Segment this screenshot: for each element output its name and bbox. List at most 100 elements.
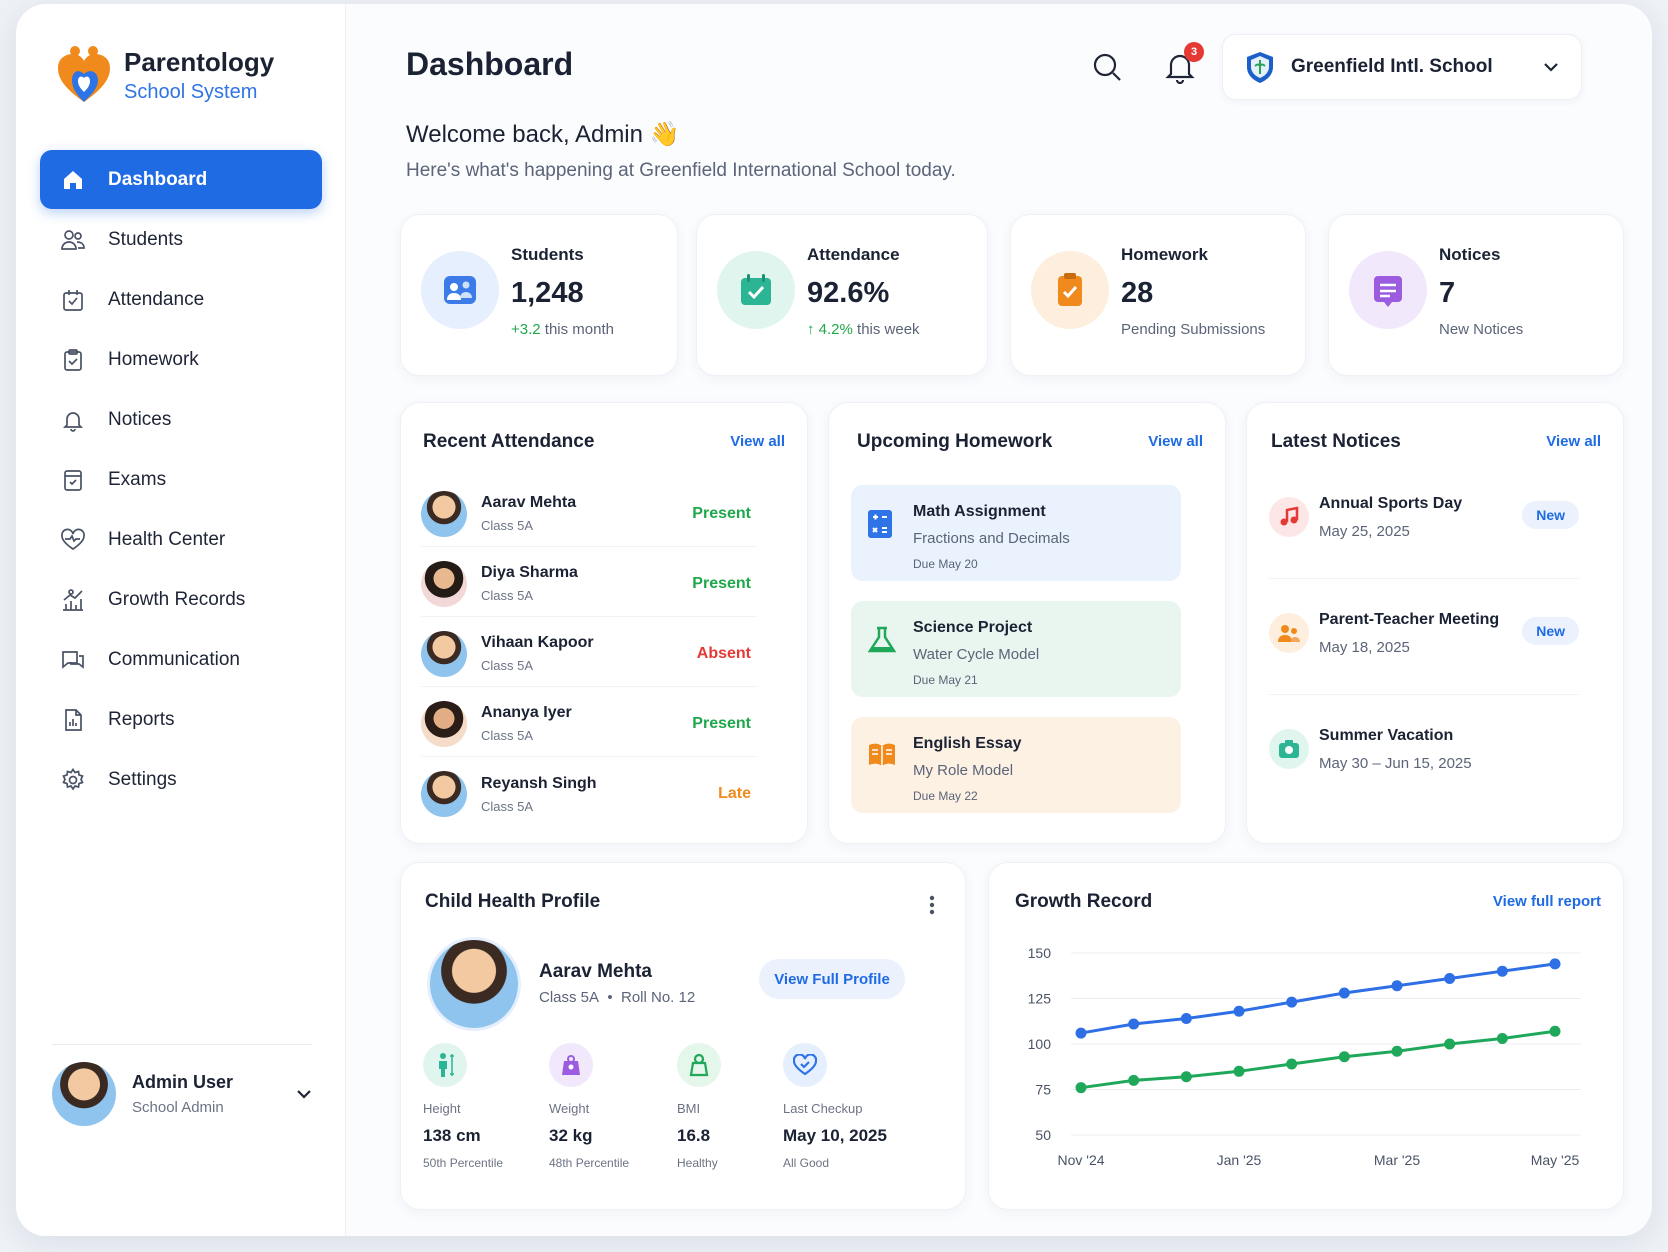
search-icon xyxy=(1093,53,1121,81)
series-line xyxy=(1080,962,1556,1035)
more-options-icon[interactable] xyxy=(929,895,935,915)
child-name: Aarav Mehta xyxy=(539,961,652,982)
status-badge: Present xyxy=(692,574,751,592)
nav-label: Homework xyxy=(108,348,199,370)
attendance-row[interactable]: Vihaan Kapoor Class 5A Absent xyxy=(421,621,757,687)
student-avatar xyxy=(421,771,467,817)
notice-title: Annual Sports Day xyxy=(1319,495,1463,512)
homework-item[interactable]: Math Assignment Fractions and Decimals D… xyxy=(851,485,1181,581)
clipboard-icon xyxy=(60,347,86,373)
student-avatar xyxy=(421,560,467,607)
homework-item[interactable]: English Essay My Role Model Due May 22 xyxy=(851,717,1181,813)
metric-sub: Healthy xyxy=(677,1156,718,1170)
view-all-link[interactable]: View all xyxy=(1546,433,1601,450)
stat-sub: Pending Submissions xyxy=(1121,321,1266,338)
y-tick-label: 150 xyxy=(1028,945,1052,961)
growth-record-card: Growth Record View full report 150 125 100… xyxy=(988,862,1624,1210)
stat-card-homework[interactable]: Homework 28 Pending Submissions xyxy=(1010,214,1306,376)
nav-item-notices[interactable]: Notices xyxy=(40,390,322,449)
data-point xyxy=(1391,980,1403,992)
app-window: Parentology School System Dashboard Stud… xyxy=(16,4,1652,1236)
nav-item-communication[interactable]: Communication xyxy=(40,630,322,689)
homework-due: Due May 22 xyxy=(913,789,978,803)
school-selector[interactable]: Greenfield Intl. School xyxy=(1222,34,1582,100)
homework-title: English Essay xyxy=(913,735,1022,752)
metric-last-checkup: Last Checkup May 10, 2025 All Good xyxy=(783,1043,887,1170)
flask-icon xyxy=(867,625,897,660)
heart-pulse-icon xyxy=(60,527,86,553)
notice-item[interactable]: Annual Sports Day May 25, 2025 New xyxy=(1269,469,1579,579)
student-name: Aarav Mehta xyxy=(481,494,577,511)
calculator-icon xyxy=(867,509,893,544)
y-tick-label: 50 xyxy=(1035,1127,1051,1143)
app-logo[interactable]: Parentology School System xyxy=(56,44,274,106)
chat-icon xyxy=(60,647,86,673)
stat-label: Attendance xyxy=(807,245,900,264)
metric-value: 32 kg xyxy=(549,1126,593,1145)
weight-icon xyxy=(549,1043,593,1087)
data-point xyxy=(1286,996,1298,1008)
stat-label: Students xyxy=(511,245,584,264)
user-menu[interactable]: Admin User School Admin xyxy=(52,1062,312,1126)
notice-date: May 30 – Jun 15, 2025 xyxy=(1319,755,1472,772)
app-subtitle: School System xyxy=(124,80,258,103)
nav-label: Students xyxy=(108,228,183,250)
metric-label: Last Checkup xyxy=(783,1101,863,1116)
stat-value: 1,248 xyxy=(511,277,584,309)
nav-item-growth-records[interactable]: Growth Records xyxy=(40,570,322,629)
notice-item[interactable]: Parent-Teacher Meeting May 18, 2025 New xyxy=(1269,585,1579,695)
view-all-link[interactable]: View all xyxy=(730,433,785,450)
nav-item-settings[interactable]: Settings xyxy=(40,750,322,809)
nav-label: Growth Records xyxy=(108,588,246,610)
data-point xyxy=(1444,1038,1456,1050)
nav-item-exams[interactable]: Exams xyxy=(40,450,322,509)
y-tick-label: 100 xyxy=(1028,1036,1052,1052)
data-point xyxy=(1128,1018,1140,1030)
growth-icon xyxy=(60,587,86,613)
heart-check-icon xyxy=(783,1043,827,1087)
attendance-row[interactable]: Ananya Iyer Class 5A Present xyxy=(421,691,757,757)
home-icon xyxy=(60,167,86,193)
student-avatar xyxy=(421,490,467,537)
view-full-report-link[interactable]: View full report xyxy=(1493,893,1601,910)
nav-item-health-center[interactable]: Health Center xyxy=(40,510,322,569)
homework-item[interactable]: Science Project Water Cycle Model Due Ma… xyxy=(851,601,1181,697)
stat-card-attendance[interactable]: Attendance 92.6% ↑ 4.2% this week xyxy=(696,214,988,376)
nav-item-reports[interactable]: Reports xyxy=(40,690,322,749)
search-button[interactable] xyxy=(1092,52,1122,87)
data-point xyxy=(1338,987,1350,999)
stat-card-students[interactable]: Students 1,248 +3.2 this month xyxy=(400,214,678,376)
stat-value: 28 xyxy=(1121,277,1154,309)
gear-icon xyxy=(60,767,86,793)
view-all-link[interactable]: View all xyxy=(1148,433,1203,450)
users-icon xyxy=(60,227,86,253)
view-full-profile-button[interactable]: View Full Profile xyxy=(759,959,905,999)
school-crest-icon xyxy=(1247,52,1273,83)
x-tick-label: May '25 xyxy=(1531,1152,1580,1168)
nav-label: Settings xyxy=(108,768,177,790)
stat-value: 7 xyxy=(1439,277,1456,309)
status-badge: Present xyxy=(692,504,751,522)
attendance-row[interactable]: Diya Sharma Class 5A Present xyxy=(421,551,757,617)
user-role: School Admin xyxy=(132,1099,224,1116)
student-name: Ananya Iyer xyxy=(481,704,572,721)
notifications-button[interactable]: 3 xyxy=(1164,42,1204,89)
nav-item-attendance[interactable]: Attendance xyxy=(40,270,322,329)
nav-item-homework[interactable]: Homework xyxy=(40,330,322,389)
nav-item-dashboard[interactable]: Dashboard xyxy=(40,150,322,209)
notice-date: May 25, 2025 xyxy=(1319,523,1410,540)
attendance-row[interactable]: Reyansh Singh Class 5A Late xyxy=(421,761,757,827)
homework-due: Due May 20 xyxy=(913,557,978,571)
notice-item[interactable]: Summer Vacation May 30 – Jun 15, 2025 xyxy=(1269,701,1579,811)
stat-card-notices[interactable]: Notices 7 New Notices xyxy=(1328,214,1624,376)
attendance-row[interactable]: Aarav Mehta Class 5A Present xyxy=(421,481,757,547)
data-point xyxy=(1549,958,1561,970)
chevron-down-icon[interactable] xyxy=(296,1089,312,1099)
height-icon xyxy=(423,1043,467,1087)
metric-label: BMI xyxy=(677,1101,701,1116)
nav-item-students[interactable]: Students xyxy=(40,210,322,269)
data-point xyxy=(1075,1027,1087,1039)
student-class: Class 5A xyxy=(481,728,534,743)
new-badge: New xyxy=(1522,617,1579,645)
data-point xyxy=(1075,1082,1087,1094)
